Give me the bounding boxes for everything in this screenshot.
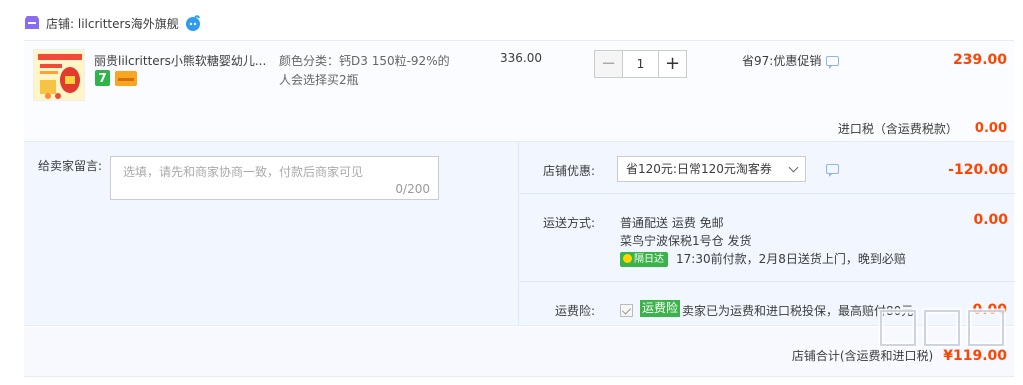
item-total-price: 239.00 [952, 52, 1007, 68]
sku-line: 颜色分类：钙D3 150粒-92%的 [279, 54, 450, 68]
sku-line: 人会选择买2瓶 [279, 73, 359, 87]
comment-icon[interactable] [826, 164, 839, 177]
decrease-quantity-button[interactable]: − [594, 50, 623, 78]
product-thumbnail[interactable] [33, 49, 85, 101]
import-tax-label: 进口税（含运费税款） [837, 122, 958, 136]
seven-day-return-icon: 7 [95, 70, 110, 86]
import-tax-value: 0.00 [974, 121, 1007, 136]
shop-icon [25, 16, 39, 29]
character-count: 0/200 [395, 182, 430, 196]
quantity-stepper: − 1 + [594, 50, 687, 78]
shipping-method: 普通配送 运费 免邮 [620, 216, 724, 230]
sku-info: 颜色分类：钙D3 150粒-92%的 人会选择买2瓶 [279, 52, 464, 90]
shipping-warehouse: 菜鸟宁波保税1号仓 发货 [620, 234, 752, 248]
order-item: 丽贵lilcritters小熊软糖婴幼儿... 7 颜色分类：钙D3 150粒-… [24, 40, 1014, 142]
insurance-tag: 运费险 [640, 300, 681, 317]
comment-icon[interactable] [826, 55, 840, 69]
shop-coupon-row: 店铺优惠: 省120元:日常120元淘客券 -120.00 [519, 142, 1015, 194]
insurance-label: 运费险: [554, 304, 595, 318]
increase-quantity-button[interactable]: + [658, 50, 687, 78]
seller-message-placeholder: 选填，请先和商家协商一致，付款后商家可见 [123, 165, 364, 179]
promotion-label: 省97:优惠促销 [742, 54, 822, 68]
seller-message-label: 给卖家留言: [38, 159, 103, 173]
shop-total-bar: 店铺合计(含运费和进口税) ¥119.00 [24, 327, 1014, 377]
shipping-details: 普通配送 运费 免邮 菜鸟宁波保税1号仓 发货 隔日达 17:30前付款，2月8日… [620, 214, 906, 268]
next-day-badge-text: 隔日达 [634, 254, 664, 265]
wangwang-chat-icon[interactable] [185, 15, 201, 31]
shop-name[interactable]: 店铺: lilcritters海外旗舰 [46, 15, 179, 32]
credit-card-icon [115, 71, 137, 86]
delivery-estimate-text: 17:30前付款，2月8日送货上门，晚到必赔 [676, 252, 906, 266]
shipping-value: 0.00 [973, 212, 1008, 228]
shop-coupon-value: -120.00 [948, 162, 1008, 178]
promotion-info: 省97:优惠促销 [742, 52, 840, 69]
quantity-input[interactable]: 1 [623, 50, 658, 78]
delivery-estimate: 隔日达 17:30前付款，2月8日送货上门，晚到必赔 [620, 250, 906, 268]
shop-coupon-selected: 省120元:日常120元淘客券 [626, 162, 772, 176]
import-tax-row: 进口税（含运费税款） 0.00 [838, 120, 1007, 137]
order-options-panel: 店铺优惠: 省120元:日常120元淘客券 -120.00 运送方式: 0.00… [518, 142, 1015, 326]
shop-coupon-select[interactable]: 省120元:日常120元淘客券 [617, 156, 806, 182]
shop-total-value: ¥119.00 [943, 348, 1007, 364]
shop-total: 店铺合计(含运费和进口税) ¥119.00 [792, 347, 1007, 364]
clock-icon [623, 254, 632, 263]
insurance-checkbox[interactable] [620, 304, 633, 317]
next-day-badge: 隔日达 [620, 252, 668, 267]
shipping-label: 运送方式: [542, 216, 595, 230]
shop-coupon-label: 店铺优惠: [542, 164, 595, 178]
order-details: 给卖家留言: 选填，请先和商家协商一致，付款后商家可见 0/200 店铺优惠: … [24, 142, 1015, 326]
product-title[interactable]: 丽贵lilcritters小熊软糖婴幼儿... [94, 52, 274, 69]
insurance-description: 卖家已为运费和进口税投保，最高赔付80元 [682, 304, 914, 318]
shop-header: 店铺: lilcritters海外旗舰 [24, 12, 201, 34]
seller-message-input[interactable]: 选填，请先和商家协商一致，付款后商家可见 0/200 [110, 156, 439, 200]
shop-total-label: 店铺合计(含运费和进口税) [791, 349, 934, 363]
chevron-down-icon [788, 162, 799, 173]
insurance-value: 0.00 [972, 302, 1007, 318]
unit-price: 336.00 [500, 51, 542, 65]
